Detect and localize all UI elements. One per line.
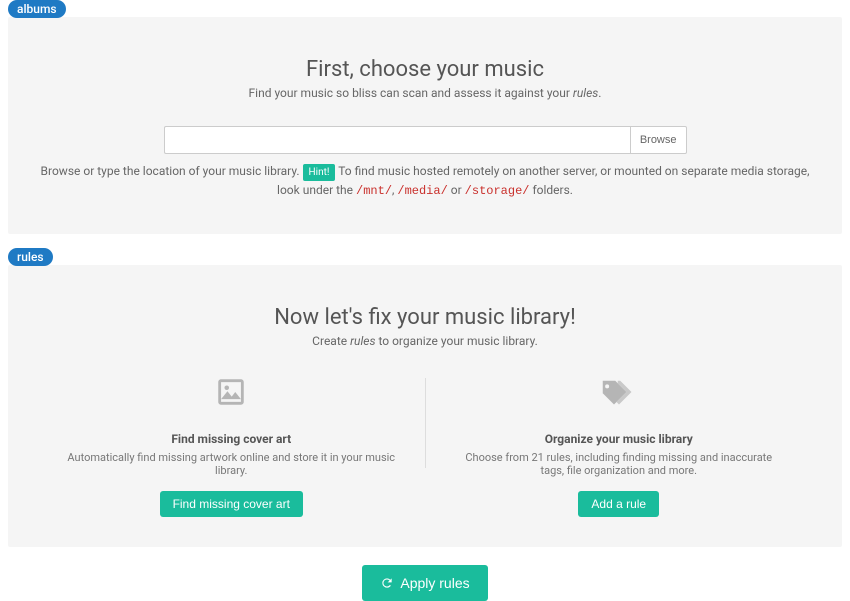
browse-button[interactable]: Browse — [630, 126, 687, 154]
find-cover-art-button[interactable]: Find missing cover art — [160, 491, 303, 517]
image-icon — [214, 375, 248, 409]
rules-tag: rules — [8, 248, 53, 266]
albums-tag: albums — [8, 0, 66, 18]
tags-icon — [599, 375, 639, 409]
organize-title: Organize your music library — [454, 432, 785, 446]
albums-hint: Browse or type the location of your musi… — [38, 162, 812, 200]
albums-title: First, choose your music — [38, 57, 812, 82]
hint-badge: Hint! — [303, 164, 336, 181]
music-path-input[interactable] — [164, 126, 630, 154]
rules-title: Now let's fix your music library! — [38, 305, 812, 330]
albums-subtitle: Find your music so bliss can scan and as… — [38, 86, 812, 100]
organize-desc: Choose from 21 rules, including finding … — [454, 451, 785, 477]
add-rule-button[interactable]: Add a rule — [578, 491, 659, 517]
coverart-title: Find missing cover art — [66, 432, 397, 446]
card-cover-art: Find missing cover art Automatically fin… — [38, 374, 425, 517]
apply-rules-label: Apply rules — [400, 575, 469, 591]
refresh-icon — [380, 576, 394, 590]
apply-rules-button[interactable]: Apply rules — [362, 565, 487, 601]
coverart-desc: Automatically find missing artwork onlin… — [66, 451, 397, 477]
rules-subtitle: Create rules to organize your music libr… — [38, 334, 812, 348]
card-organize: Organize your music library Choose from … — [426, 374, 813, 517]
